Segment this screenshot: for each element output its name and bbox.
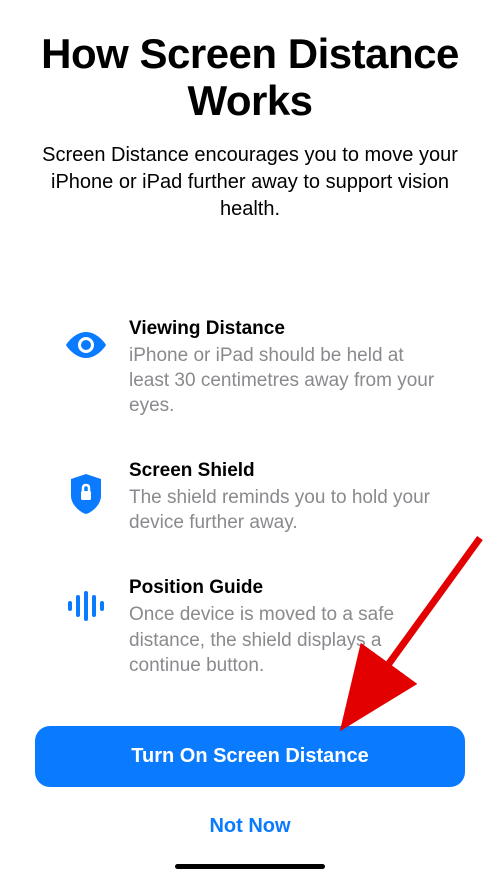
eye-icon — [65, 318, 107, 358]
home-indicator[interactable] — [175, 864, 325, 869]
feature-text: Position Guide Once device is moved to a… — [129, 577, 435, 677]
feature-title: Viewing Distance — [129, 318, 435, 340]
feature-desc: iPhone or iPad should be held at least 3… — [129, 343, 435, 418]
feature-title: Screen Shield — [129, 460, 435, 482]
feature-title: Position Guide — [129, 577, 435, 599]
not-now-button[interactable]: Not Now — [35, 809, 465, 844]
feature-viewing-distance: Viewing Distance iPhone or iPad should b… — [65, 318, 435, 418]
page-subtitle: Screen Distance encourages you to move y… — [30, 142, 470, 223]
waveform-icon — [65, 577, 107, 621]
feature-desc: Once device is moved to a safe distance,… — [129, 602, 435, 677]
feature-screen-shield: Screen Shield The shield reminds you to … — [65, 460, 435, 535]
button-container: Turn On Screen Distance Not Now — [0, 726, 500, 864]
feature-desc: The shield reminds you to hold your devi… — [129, 485, 435, 535]
feature-text: Viewing Distance iPhone or iPad should b… — [129, 318, 435, 418]
onboarding-content: How Screen Distance Works Screen Distanc… — [0, 0, 500, 726]
feature-text: Screen Shield The shield reminds you to … — [129, 460, 435, 535]
turn-on-button[interactable]: Turn On Screen Distance — [35, 726, 465, 787]
feature-list: Viewing Distance iPhone or iPad should b… — [30, 318, 470, 678]
shield-lock-icon — [65, 460, 107, 514]
page-title: How Screen Distance Works — [30, 30, 470, 124]
feature-position-guide: Position Guide Once device is moved to a… — [65, 577, 435, 677]
